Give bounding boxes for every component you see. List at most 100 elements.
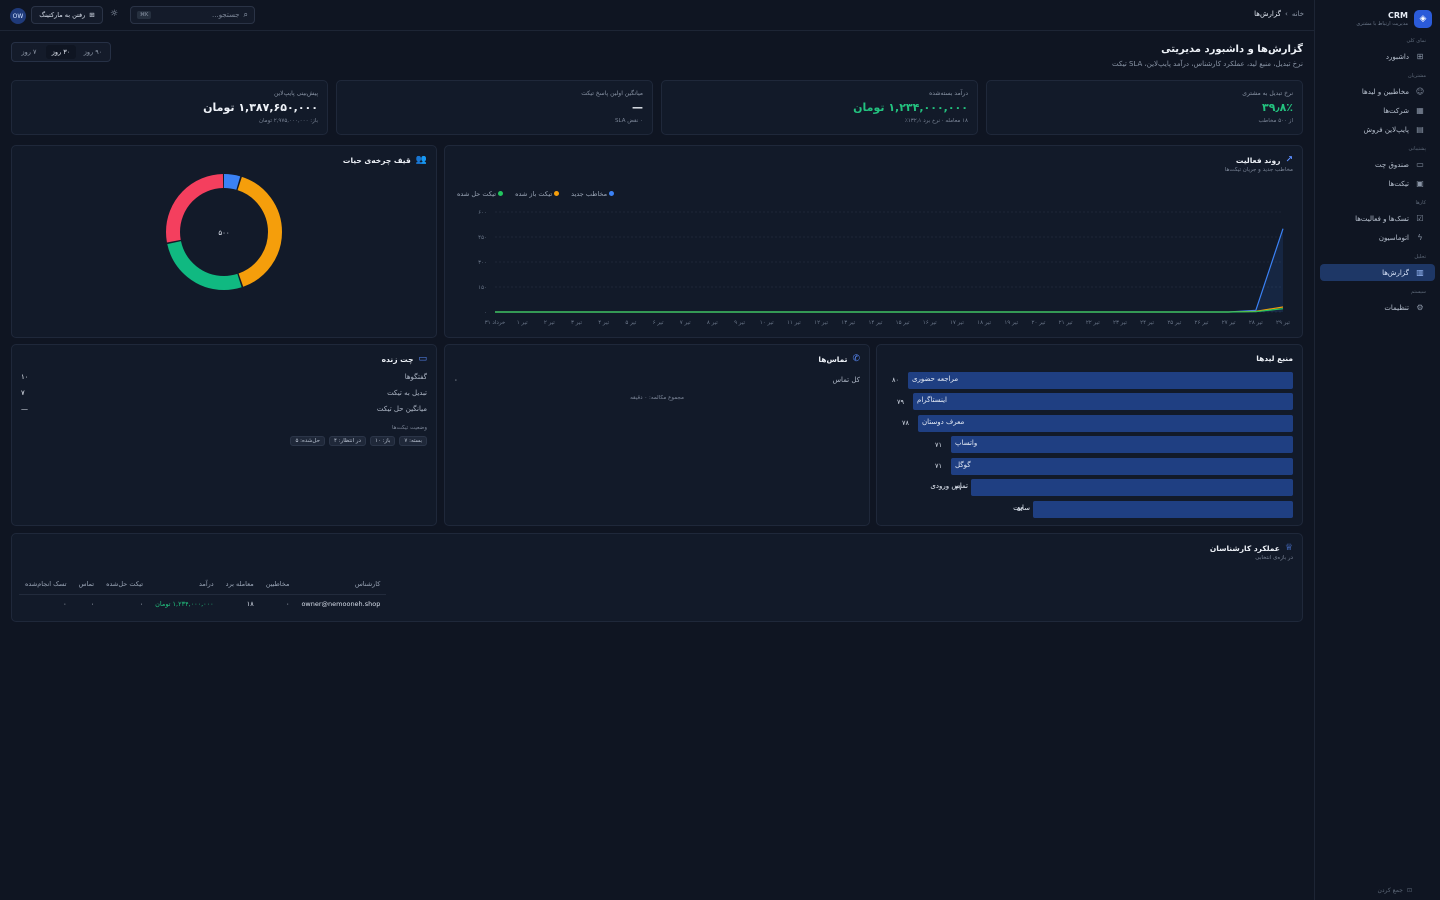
agent-performance-card: ♕ عملکرد کارشناسان در بازه‌ی انتخابی کار… bbox=[11, 533, 1303, 622]
agent-performance-subtitle: در بازه‌ی انتخابی bbox=[1255, 555, 1293, 561]
lead-source-row: مراجعه حضوری ۸۰ bbox=[890, 371, 1293, 389]
marketing-button-label: رفتن به مارکتینگ bbox=[39, 11, 86, 19]
lead-source-bar[interactable]: گوگل bbox=[951, 457, 1293, 475]
x-tick-label: ۸ تیر bbox=[707, 320, 718, 326]
sidebar-item-label: اتوماسیون bbox=[1378, 233, 1409, 242]
y-tick-label: ۴۵۰ bbox=[478, 235, 487, 241]
sidebar-item[interactable]: ☑ تسک‌ها و فعالیت‌ها bbox=[1320, 210, 1435, 227]
range-option-90[interactable]: ۹۰ روز bbox=[78, 45, 108, 59]
lead-source-bar[interactable]: اینستاگرام bbox=[913, 393, 1293, 410]
lead-source-value: ۷۱ bbox=[935, 462, 942, 470]
sidebar-item[interactable]: ⊞ داشبورد bbox=[1320, 48, 1435, 65]
sidebar-item-label: داشبورد bbox=[1385, 52, 1409, 61]
lead-source-bar[interactable]: تماس ورودی bbox=[930, 479, 1293, 496]
range-option-7[interactable]: ۷ روز bbox=[14, 45, 44, 59]
x-tick-label: ۱۸ تیر bbox=[977, 320, 991, 326]
sidebar-item-label: تنظیمات bbox=[1384, 303, 1409, 312]
search-placeholder: جستجو... bbox=[212, 11, 240, 19]
collapse-button[interactable]: ⊡ جمع کردن bbox=[1377, 887, 1412, 894]
calls-total-row: کل تماس ۰ bbox=[454, 376, 860, 384]
kpi-hint: باز: ۲,۹۷۵,۰۰۰,۰۰۰ تومان bbox=[258, 118, 318, 124]
brand[interactable]: ◈ CRM مدیریت ارتباط با مشتری bbox=[1315, 0, 1440, 30]
agent-performance-header: ♕ عملکرد کارشناسان bbox=[1210, 543, 1293, 553]
agent-performance-table: کارشناس مخاطبین معامله برد درآمد تیکت حل… bbox=[19, 574, 387, 614]
chevron-left-icon: › bbox=[1285, 10, 1288, 18]
column-header[interactable]: مخاطبین bbox=[259, 574, 296, 595]
status-badge: بسته: ۷ bbox=[399, 436, 427, 446]
theme-toggle-sun-icon[interactable]: ☼ bbox=[110, 9, 118, 19]
range-option-30[interactable]: ۳۰ روز bbox=[46, 45, 76, 59]
series-line[interactable] bbox=[495, 308, 1284, 313]
column-header[interactable]: تیکت حل‌شده bbox=[100, 574, 150, 595]
nav-section-label: مشتریان bbox=[1408, 73, 1426, 79]
bar-chart-icon: ▥ bbox=[1416, 268, 1424, 277]
sidebar-item[interactable]: ▦ شرکت‌ها bbox=[1320, 102, 1435, 119]
kpi-card-pipeline-forecast: پیش‌بینی پایپ‌لاین ۱,۳۸۷,۶۵۰,۰۰۰ تومان ب… bbox=[11, 80, 328, 135]
status-badge: در انتظار: ۴ bbox=[328, 436, 366, 446]
lifecycle-donut-chart: ۵۰۰ bbox=[166, 174, 282, 290]
lead-source-row: سایت ۵۴ bbox=[1013, 500, 1293, 518]
x-tick-label: ۱۴ تیر bbox=[868, 320, 882, 326]
kpi-value: ۱,۳۸۷,۶۵۰,۰۰۰ تومان bbox=[203, 101, 318, 114]
chat-row-value: ۱۰ bbox=[21, 373, 29, 381]
breadcrumb-home[interactable]: خانه bbox=[1292, 10, 1304, 18]
x-tick-label: ۳۱ خرداد bbox=[485, 320, 506, 326]
nav-section-label: سیستم bbox=[1411, 289, 1426, 295]
x-tick-label: ۲۱ تیر bbox=[1059, 320, 1073, 326]
chat-row-label: تبدیل به تیکت bbox=[387, 389, 427, 397]
lead-source-value: ۷۸ bbox=[902, 419, 909, 427]
sidebar-item-label: تیکت‌ها bbox=[1388, 179, 1409, 188]
lead-source-row: معرف دوستان ۷۸ bbox=[900, 414, 1293, 432]
live-chat-header: ▭ چت زنده bbox=[382, 354, 427, 364]
brand-title: CRM bbox=[1388, 10, 1408, 20]
lead-source-label: گوگل bbox=[955, 460, 971, 469]
trophy-icon: ♕ bbox=[1284, 543, 1293, 553]
check-square-icon: ☑ bbox=[1416, 214, 1424, 223]
x-tick-label: ۶ تیر bbox=[653, 320, 664, 326]
status-badge: حل‌شده: ۵ bbox=[290, 436, 325, 446]
marketing-button[interactable]: ⊞ رفتن به مارکتینگ bbox=[31, 6, 103, 24]
sidebar-item[interactable]: ▣ تیکت‌ها bbox=[1320, 175, 1435, 192]
x-tick-label: ۱۰ تیر bbox=[760, 320, 774, 326]
column-header[interactable]: تسک انجام‌شده bbox=[19, 574, 73, 595]
nav-section-label: کارها bbox=[1415, 200, 1426, 206]
sidebar-item[interactable]: ϟ اتوماسیون bbox=[1320, 229, 1435, 246]
lead-source-bar[interactable]: سایت bbox=[1013, 500, 1293, 518]
live-chat-row: تبدیل به تیکت ۷ bbox=[21, 389, 427, 397]
x-tick-label: ۱۳ تیر bbox=[841, 320, 855, 326]
column-header[interactable]: معامله برد bbox=[219, 574, 260, 595]
sidebar-item[interactable]: ▥ گزارش‌ها bbox=[1320, 264, 1435, 281]
lead-source-value: ۸۰ bbox=[892, 376, 899, 384]
lead-source-bar[interactable]: واتساپ bbox=[951, 436, 1293, 453]
x-tick-label: ۲۶ تیر bbox=[1195, 320, 1209, 326]
sidebar-item[interactable]: ▤ پایپ‌لاین فروش bbox=[1320, 121, 1435, 138]
sidebar-item[interactable]: ☺ مخاطبین و لیدها bbox=[1320, 83, 1435, 100]
cell-revenue: ۱,۲۳۴,۰۰۰,۰۰۰ تومان bbox=[155, 600, 214, 609]
search-input[interactable]: ⌕ جستجو... K⌘ bbox=[130, 6, 255, 24]
sidebar-item[interactable]: ▭ صندوق چت bbox=[1320, 156, 1435, 173]
table-row[interactable]: owner@nemooneh.shop ۰ ۱۸ ۱,۲۳۴,۰۰۰,۰۰۰ ت… bbox=[19, 594, 386, 614]
column-header[interactable]: درآمد bbox=[149, 574, 220, 595]
column-header[interactable]: کارشناس bbox=[295, 574, 387, 595]
x-tick-label: ۱۷ تیر bbox=[950, 320, 964, 326]
calls-card: ✆ تماس‌ها کل تماس ۰ مجموع مکالمه: ۰ دقیق… bbox=[444, 344, 870, 526]
x-tick-label: ۲۷ تیر bbox=[1222, 320, 1236, 326]
kpi-label: پیش‌بینی پایپ‌لاین bbox=[273, 90, 318, 97]
series-line[interactable] bbox=[495, 306, 1284, 313]
lead-source-bar[interactable]: مراجعه حضوری bbox=[908, 371, 1293, 389]
kpi-value: ۳۹٫۸٪ bbox=[1262, 101, 1293, 114]
nav-section-label: پشتیبانی bbox=[1408, 146, 1426, 152]
lead-source-label: واتساپ bbox=[955, 439, 978, 447]
lead-source-label: سایت bbox=[1013, 503, 1030, 512]
lead-source-row: اینستاگرام ۷۹ bbox=[895, 393, 1293, 411]
column-header[interactable]: تماس bbox=[72, 574, 101, 595]
ticket-icon: ▣ bbox=[1416, 179, 1424, 188]
x-tick-label: ۲۲ تیر bbox=[1086, 320, 1100, 326]
x-tick-label: ۲۵ تیر bbox=[1167, 320, 1181, 326]
phone-icon: ✆ bbox=[852, 354, 860, 364]
sidebar-nav: نمای کلی ⊞ داشبورد مشتریان ☺ مخاطبین و لیدها ▦… bbox=[1315, 30, 1440, 324]
avatar[interactable]: OW bbox=[10, 8, 26, 24]
series-line[interactable] bbox=[495, 228, 1284, 313]
sidebar-item[interactable]: ⚙ تنظیمات bbox=[1320, 299, 1435, 316]
lead-source-bar[interactable]: معرف دوستان bbox=[918, 414, 1293, 432]
